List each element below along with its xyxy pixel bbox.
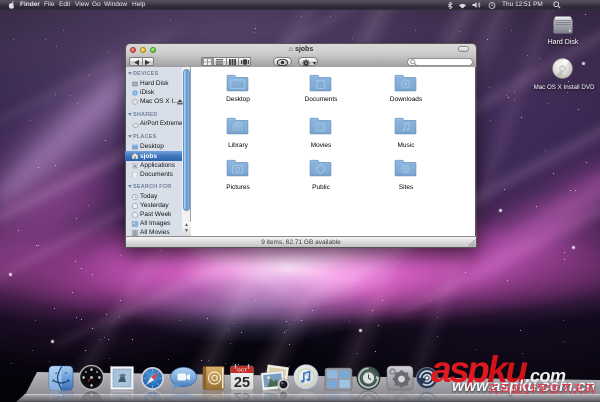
svg-text:A: A <box>133 163 136 168</box>
